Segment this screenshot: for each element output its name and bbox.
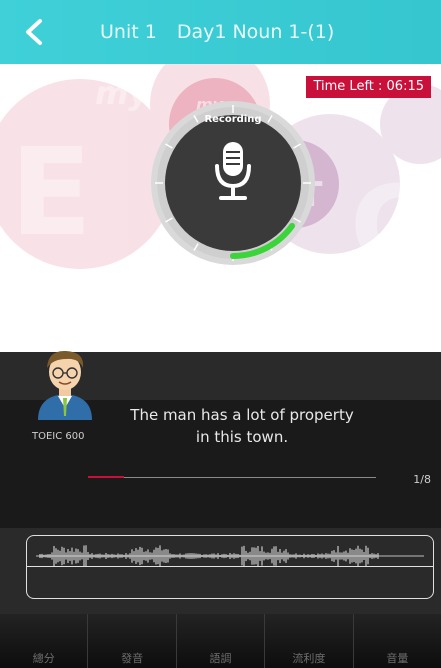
tab-fluency[interactable]: 流利度 — [265, 614, 354, 668]
sentence-counter: 1/8 — [413, 473, 431, 486]
svg-text:my: my — [95, 74, 150, 112]
unit-label: Unit 1 — [100, 21, 157, 43]
lesson-label: Day1 Noun 1-(1) — [176, 21, 335, 43]
teacher-avatar — [38, 350, 92, 420]
back-arrow-icon[interactable] — [22, 18, 46, 46]
practice-sentence: The man has a lot of property in this to… — [102, 404, 382, 448]
microphone-icon[interactable] — [211, 140, 255, 202]
sentence-line-2: in this town. — [195, 428, 289, 446]
level-label: TOEIC 600 — [32, 431, 85, 442]
tab-volume[interactable]: 音量 — [354, 614, 441, 668]
time-left-badge: Time Left : 06:15 — [306, 76, 431, 98]
tab-intonation[interactable]: 語調 — [177, 614, 266, 668]
recording-status: Recording — [204, 114, 262, 125]
svg-text:C: C — [350, 162, 431, 290]
sentence-line-1: The man has a lot of property — [130, 406, 354, 424]
tab-total-score[interactable]: 總分 — [0, 614, 89, 668]
page-title: Unit 1 Day1 Noun 1-(1) — [100, 0, 433, 64]
top-bar: Unit 1 Day1 Noun 1-(1) — [0, 0, 441, 64]
tab-pronunciation[interactable]: 發音 — [88, 614, 177, 668]
sentence-progress-bar — [88, 476, 376, 478]
waveform-divider — [27, 566, 433, 568]
score-tab-bar: 總分 發音 語調 流利度 音量 — [0, 614, 441, 668]
svg-text:E: E — [10, 124, 92, 263]
sentence-progress-fill — [88, 476, 124, 478]
